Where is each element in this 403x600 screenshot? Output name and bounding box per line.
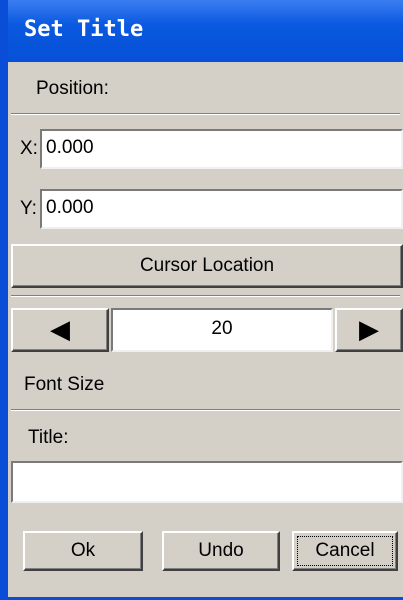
decrease-font-button[interactable]: ◀ [11,308,109,352]
font-size-input[interactable]: 20 [111,308,333,352]
right-arrow-icon: ▶ [359,314,379,344]
dialog-body: Position: X: 0.000 Y: 0.000 Cursor Locat… [11,62,403,597]
title-input[interactable] [11,461,403,503]
cancel-button[interactable]: Cancel [292,531,398,571]
increase-font-button[interactable]: ▶ [335,308,403,352]
dialog-title-bar[interactable]: Set Title [8,0,403,62]
divider [11,295,400,297]
set-title-dialog: Set Title Position: X: 0.000 Y: 0.000 Cu… [0,0,403,600]
x-input[interactable]: 0.000 [40,129,403,169]
x-label: X: [20,138,38,159]
font-size-label: Font Size [24,374,105,395]
cursor-location-button[interactable]: Cursor Location [11,244,403,288]
title-label: Title: [28,427,69,448]
y-label: Y: [20,198,37,219]
undo-button[interactable]: Undo [162,531,280,571]
y-input[interactable]: 0.000 [40,189,403,229]
position-heading: Position: [36,78,109,99]
divider [11,409,400,411]
divider [11,113,400,115]
left-arrow-icon: ◀ [50,314,70,344]
ok-button[interactable]: Ok [23,531,143,571]
